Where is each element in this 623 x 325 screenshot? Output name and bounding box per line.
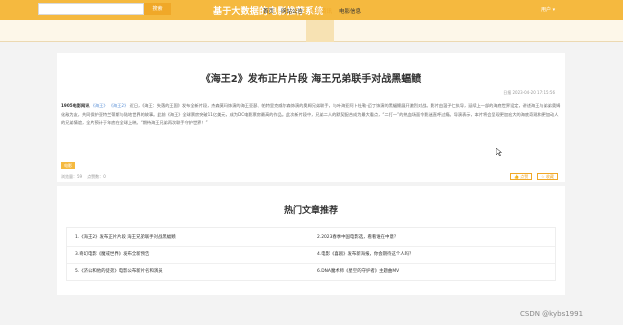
article-link[interactable]: 《海王》 [91, 103, 108, 108]
watermark: CSDN @kybs1991 [520, 310, 584, 318]
article-meta: 日报 2023-04-20 17:15:56 [503, 90, 555, 96]
nav-item-notice[interactable]: 网站公告 [281, 7, 303, 15]
hot-articles-section: 热门文章推荐 1.《海王2》发布正片片段 海王兄弟联手对战黑蝠鲼 2.2023春… [57, 186, 565, 295]
article-source: 日报 [503, 90, 512, 95]
hot-article-item[interactable]: 3.奇幻电影《魔戒世界》发布全新预告 [75, 251, 149, 257]
likes-label: 点赞数： [87, 174, 104, 179]
hot-article-item[interactable]: 1.《海王2》发布正片片段 海王兄弟联手对战黑蝠鲼 [75, 234, 176, 240]
divider [67, 263, 555, 264]
views-count: 59 [77, 174, 83, 179]
hot-article-item[interactable]: 6.DNA魔术师《星空的守护者》主题曲MV [317, 268, 399, 274]
divider [67, 246, 555, 247]
likes-count: 0 [103, 174, 106, 179]
hot-article-item[interactable]: 4.电影《喜剧》发布新海报，你会期待这个人吗？ [317, 251, 413, 257]
hot-article-item[interactable]: 5.《济公和他的徒弟》电影公布新片名和演员 [75, 268, 163, 274]
search-button[interactable]: 搜索 [144, 3, 171, 15]
article-lead: 1905电影网讯 [61, 103, 90, 108]
mouse-cursor-icon [496, 148, 502, 156]
nav-item-home[interactable]: 首页 [263, 7, 274, 15]
category-tag[interactable]: 电影 [61, 162, 75, 169]
article-actions: 电影 浏览量：59 点赞数：0 👍 点赞 ☆ 收藏 [57, 162, 565, 182]
hot-articles-title: 热门文章推荐 [283, 206, 338, 216]
like-button[interactable]: 👍 点赞 [510, 173, 533, 180]
article-stats: 浏览量：59 点赞数：0 [61, 174, 106, 180]
article-date: 2023-04-20 17:15:56 [512, 90, 555, 95]
collect-button[interactable]: ☆ 收藏 [537, 173, 558, 180]
hot-articles-list: 1.《海王2》发布正片片段 海王兄弟联手对战黑蝠鲼 2.2023春季中国电影选，… [66, 227, 556, 281]
nav-item-news[interactable]: 电影资讯 [310, 7, 332, 15]
nav-active-indicator [306, 20, 334, 42]
hot-article-item[interactable]: 2.2023春季中国电影选，看看谁在中意？ [317, 234, 398, 240]
user-menu[interactable]: 用户 ▾ [541, 6, 555, 13]
nav-item-movies[interactable]: 电影信息 [339, 7, 361, 15]
article-title: 《海王2》发布正片片段 海王兄弟联手对战黑蝠鲼 [200, 74, 422, 85]
article-link[interactable]: 《海王2》 [109, 103, 128, 108]
views-label: 浏览量： [61, 174, 77, 179]
search-input[interactable] [38, 3, 144, 15]
article-text: 近日，《海王：失落的王国》发布全新片段，杰森莫玛饰演的海王亚瑟、帕特里克威尔森饰… [61, 103, 561, 126]
article-body: 1905电影网讯 《海王》 《海王2》 近日，《海王：失落的王国》发布全新片段，… [61, 102, 561, 128]
